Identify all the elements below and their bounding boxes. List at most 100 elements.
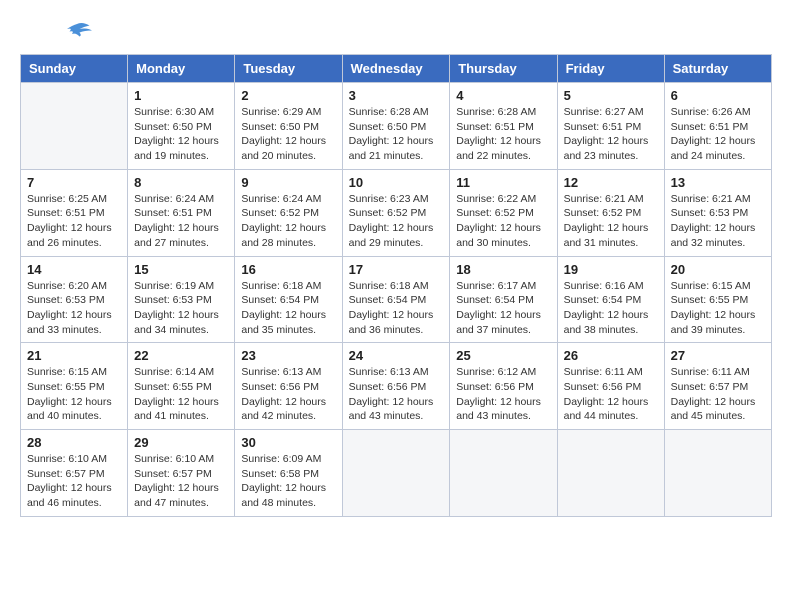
day-number: 19 <box>564 262 658 277</box>
day-number: 15 <box>134 262 228 277</box>
day-number: 18 <box>456 262 550 277</box>
calendar-cell <box>21 83 128 170</box>
calendar-week-row: 7 Sunrise: 6:25 AM Sunset: 6:51 PM Daylig… <box>21 169 772 256</box>
day-info: Sunrise: 6:18 AM Sunset: 6:54 PM Dayligh… <box>349 279 444 338</box>
day-info: Sunrise: 6:22 AM Sunset: 6:52 PM Dayligh… <box>456 192 550 251</box>
day-info: Sunrise: 6:14 AM Sunset: 6:55 PM Dayligh… <box>134 365 228 424</box>
calendar-week-row: 21 Sunrise: 6:15 AM Sunset: 6:55 PM Dayli… <box>21 343 772 430</box>
day-number: 7 <box>27 175 121 190</box>
calendar-cell: 7 Sunrise: 6:25 AM Sunset: 6:51 PM Daylig… <box>21 169 128 256</box>
weekday-header: Friday <box>557 55 664 83</box>
day-number: 21 <box>27 348 121 363</box>
day-number: 29 <box>134 435 228 450</box>
day-info: Sunrise: 6:13 AM Sunset: 6:56 PM Dayligh… <box>349 365 444 424</box>
day-number: 27 <box>671 348 765 363</box>
calendar-cell: 27 Sunrise: 6:11 AM Sunset: 6:57 PM Dayli… <box>664 343 771 430</box>
day-number: 13 <box>671 175 765 190</box>
weekday-header: Sunday <box>21 55 128 83</box>
day-info: Sunrise: 6:11 AM Sunset: 6:57 PM Dayligh… <box>671 365 765 424</box>
logo-bird-icon <box>62 20 92 38</box>
day-info: Sunrise: 6:25 AM Sunset: 6:51 PM Dayligh… <box>27 192 121 251</box>
calendar-cell <box>557 430 664 517</box>
day-info: Sunrise: 6:24 AM Sunset: 6:51 PM Dayligh… <box>134 192 228 251</box>
day-number: 11 <box>456 175 550 190</box>
calendar-cell: 13 Sunrise: 6:21 AM Sunset: 6:53 PM Dayli… <box>664 169 771 256</box>
day-info: Sunrise: 6:09 AM Sunset: 6:58 PM Dayligh… <box>241 452 335 511</box>
calendar-cell: 16Sunrise: 6:18 AM Sunset: 6:54 PM Dayli… <box>235 256 342 343</box>
calendar-cell <box>450 430 557 517</box>
calendar-cell: 25 Sunrise: 6:12 AM Sunset: 6:56 PM Dayli… <box>450 343 557 430</box>
day-number: 17 <box>349 262 444 277</box>
day-number: 9 <box>241 175 335 190</box>
day-info: Sunrise: 6:10 AM Sunset: 6:57 PM Dayligh… <box>27 452 121 511</box>
calendar-cell: 29Sunrise: 6:10 AM Sunset: 6:57 PM Dayli… <box>128 430 235 517</box>
calendar-cell: 4Sunrise: 6:28 AM Sunset: 6:51 PM Daylig… <box>450 83 557 170</box>
calendar-week-row: 14 Sunrise: 6:20 AM Sunset: 6:53 PM Dayli… <box>21 256 772 343</box>
calendar-cell: 8 Sunrise: 6:24 AM Sunset: 6:51 PM Daylig… <box>128 169 235 256</box>
calendar-cell: 22 Sunrise: 6:14 AM Sunset: 6:55 PM Dayli… <box>128 343 235 430</box>
calendar-cell: 3 Sunrise: 6:28 AM Sunset: 6:50 PM Daylig… <box>342 83 450 170</box>
calendar-cell: 19 Sunrise: 6:16 AM Sunset: 6:54 PM Dayli… <box>557 256 664 343</box>
day-number: 4 <box>456 88 550 103</box>
day-info: Sunrise: 6:28 AM Sunset: 6:50 PM Dayligh… <box>349 105 444 164</box>
calendar-cell: 10 Sunrise: 6:23 AM Sunset: 6:52 PM Dayli… <box>342 169 450 256</box>
weekday-header: Wednesday <box>342 55 450 83</box>
day-info: Sunrise: 6:16 AM Sunset: 6:54 PM Dayligh… <box>564 279 658 338</box>
day-info: Sunrise: 6:12 AM Sunset: 6:56 PM Dayligh… <box>456 365 550 424</box>
day-info: Sunrise: 6:26 AM Sunset: 6:51 PM Dayligh… <box>671 105 765 164</box>
day-number: 14 <box>27 262 121 277</box>
calendar-cell: 23 Sunrise: 6:13 AM Sunset: 6:56 PM Dayli… <box>235 343 342 430</box>
calendar-week-row: 1 Sunrise: 6:30 AM Sunset: 6:50 PM Daylig… <box>21 83 772 170</box>
day-info: Sunrise: 6:21 AM Sunset: 6:53 PM Dayligh… <box>671 192 765 251</box>
weekday-header: Monday <box>128 55 235 83</box>
calendar-cell: 6 Sunrise: 6:26 AM Sunset: 6:51 PM Daylig… <box>664 83 771 170</box>
day-number: 10 <box>349 175 444 190</box>
calendar-cell: 14 Sunrise: 6:20 AM Sunset: 6:53 PM Dayli… <box>21 256 128 343</box>
day-info: Sunrise: 6:15 AM Sunset: 6:55 PM Dayligh… <box>671 279 765 338</box>
calendar-cell: 15Sunrise: 6:19 AM Sunset: 6:53 PM Dayli… <box>128 256 235 343</box>
day-number: 2 <box>241 88 335 103</box>
logo <box>20 20 92 38</box>
day-number: 25 <box>456 348 550 363</box>
day-info: Sunrise: 6:30 AM Sunset: 6:50 PM Dayligh… <box>134 105 228 164</box>
day-info: Sunrise: 6:23 AM Sunset: 6:52 PM Dayligh… <box>349 192 444 251</box>
weekday-header: Tuesday <box>235 55 342 83</box>
day-number: 23 <box>241 348 335 363</box>
day-number: 24 <box>349 348 444 363</box>
calendar-cell: 26Sunrise: 6:11 AM Sunset: 6:56 PM Dayli… <box>557 343 664 430</box>
day-number: 8 <box>134 175 228 190</box>
calendar-cell: 11 Sunrise: 6:22 AM Sunset: 6:52 PM Dayli… <box>450 169 557 256</box>
day-number: 3 <box>349 88 444 103</box>
calendar-cell: 12 Sunrise: 6:21 AM Sunset: 6:52 PM Dayli… <box>557 169 664 256</box>
day-number: 6 <box>671 88 765 103</box>
day-number: 22 <box>134 348 228 363</box>
day-number: 30 <box>241 435 335 450</box>
day-info: Sunrise: 6:21 AM Sunset: 6:52 PM Dayligh… <box>564 192 658 251</box>
day-info: Sunrise: 6:15 AM Sunset: 6:55 PM Dayligh… <box>27 365 121 424</box>
calendar-cell: 30 Sunrise: 6:09 AM Sunset: 6:58 PM Dayli… <box>235 430 342 517</box>
calendar-cell: 5Sunrise: 6:27 AM Sunset: 6:51 PM Daylig… <box>557 83 664 170</box>
weekday-header: Thursday <box>450 55 557 83</box>
weekday-header: Saturday <box>664 55 771 83</box>
day-info: Sunrise: 6:29 AM Sunset: 6:50 PM Dayligh… <box>241 105 335 164</box>
calendar-cell: 20Sunrise: 6:15 AM Sunset: 6:55 PM Dayli… <box>664 256 771 343</box>
day-number: 28 <box>27 435 121 450</box>
calendar-cell: 21 Sunrise: 6:15 AM Sunset: 6:55 PM Dayli… <box>21 343 128 430</box>
calendar-week-row: 28 Sunrise: 6:10 AM Sunset: 6:57 PM Dayli… <box>21 430 772 517</box>
day-number: 12 <box>564 175 658 190</box>
calendar-table: SundayMondayTuesdayWednesdayThursdayFrid… <box>20 54 772 517</box>
day-info: Sunrise: 6:20 AM Sunset: 6:53 PM Dayligh… <box>27 279 121 338</box>
calendar-cell <box>664 430 771 517</box>
day-number: 16 <box>241 262 335 277</box>
calendar-cell: 2 Sunrise: 6:29 AM Sunset: 6:50 PM Daylig… <box>235 83 342 170</box>
calendar-cell: 18Sunrise: 6:17 AM Sunset: 6:54 PM Dayli… <box>450 256 557 343</box>
calendar-cell: 24 Sunrise: 6:13 AM Sunset: 6:56 PM Dayli… <box>342 343 450 430</box>
day-info: Sunrise: 6:11 AM Sunset: 6:56 PM Dayligh… <box>564 365 658 424</box>
day-number: 5 <box>564 88 658 103</box>
calendar-cell: 1 Sunrise: 6:30 AM Sunset: 6:50 PM Daylig… <box>128 83 235 170</box>
calendar-cell: 17 Sunrise: 6:18 AM Sunset: 6:54 PM Dayli… <box>342 256 450 343</box>
page-header <box>20 20 772 38</box>
day-info: Sunrise: 6:13 AM Sunset: 6:56 PM Dayligh… <box>241 365 335 424</box>
calendar-cell <box>342 430 450 517</box>
day-number: 1 <box>134 88 228 103</box>
